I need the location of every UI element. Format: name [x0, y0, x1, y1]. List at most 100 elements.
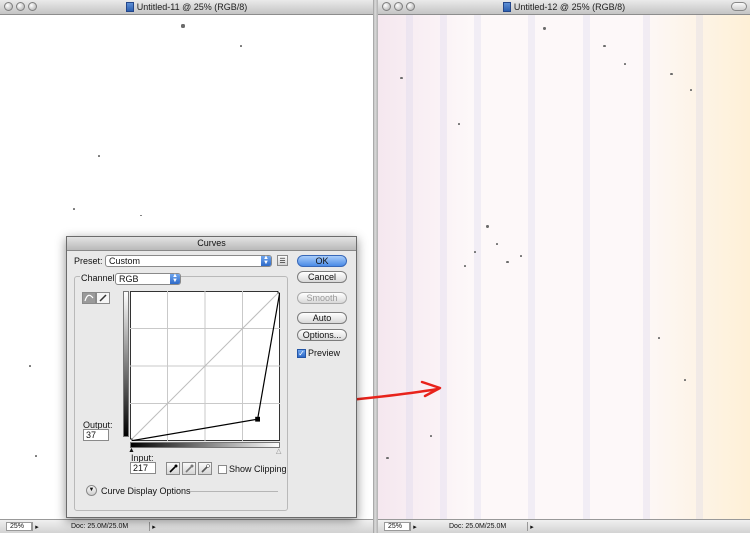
- channel-label: Channel:: [80, 273, 119, 283]
- dust-speck: [543, 27, 546, 30]
- options-divider: [190, 491, 278, 492]
- input-gradient-bar: [130, 442, 280, 448]
- white-eyedropper-button[interactable]: [198, 462, 212, 475]
- document-size-info: Doc: 25.0M/25.0M: [71, 523, 129, 530]
- document-window-untitled-12: Untitled-12 @ 25% (RGB/8) 25% ▸ Doc: 25.…: [378, 0, 750, 533]
- status-menu-arrow-icon[interactable]: ▸: [527, 522, 536, 531]
- dialog-title[interactable]: Curves: [67, 237, 356, 251]
- scan-streak: [406, 15, 413, 520]
- close-window-button[interactable]: [4, 2, 13, 11]
- dust-speck: [29, 365, 31, 367]
- dust-speck: [496, 243, 498, 245]
- gray-eyedropper-button[interactable]: [182, 462, 196, 475]
- dust-speck: [400, 77, 403, 79]
- scan-streak: [528, 15, 535, 520]
- dust-speck: [690, 89, 692, 91]
- window-controls: [382, 2, 415, 11]
- close-window-button[interactable]: [382, 2, 391, 11]
- preview-checkbox[interactable]: ✓: [297, 349, 306, 358]
- document-icon: [125, 2, 134, 12]
- dust-speck: [658, 337, 660, 339]
- scan-streak: [583, 15, 590, 520]
- white-eyedropper-icon: [200, 464, 210, 473]
- dust-speck: [684, 379, 686, 381]
- zoom-window-button[interactable]: [406, 2, 415, 11]
- document-icon: [502, 2, 511, 12]
- auto-button[interactable]: Auto: [297, 312, 347, 324]
- scan-streak: [474, 15, 481, 520]
- ok-button[interactable]: OK: [297, 255, 347, 267]
- gray-eyedropper-icon: [184, 464, 193, 473]
- disclosure-triangle-icon[interactable]: ▼: [86, 485, 97, 496]
- dust-speck: [670, 73, 673, 75]
- dust-speck: [506, 261, 509, 263]
- dust-speck: [73, 208, 75, 210]
- window-controls: [4, 2, 37, 11]
- minimize-window-button[interactable]: [394, 2, 403, 11]
- scan-streak: [696, 15, 703, 520]
- preview-label: Preview: [308, 348, 341, 358]
- curves-dialog: Curves Preset: Custom ▲ ▼ ☰ Channel: RGB …: [66, 236, 357, 518]
- cancel-button[interactable]: Cancel: [297, 271, 347, 283]
- select-stepper-icon: ▲ ▼: [170, 273, 180, 284]
- dust-speck: [98, 155, 100, 157]
- dust-speck: [624, 63, 626, 65]
- dust-speck: [181, 24, 185, 28]
- toolbar-toggle-button[interactable]: [731, 2, 747, 11]
- status-menu-arrow-icon[interactable]: ▸: [149, 522, 158, 531]
- input-field[interactable]: 217: [130, 462, 156, 474]
- options-button[interactable]: Options...: [297, 329, 347, 341]
- scan-streak: [643, 15, 650, 520]
- zoom-level-field[interactable]: 25%: [6, 522, 32, 531]
- preset-options-icon[interactable]: ☰: [277, 255, 288, 266]
- dust-speck: [520, 255, 522, 257]
- white-point-slider-icon[interactable]: △: [276, 447, 281, 455]
- dust-speck: [464, 265, 466, 267]
- dust-speck: [240, 45, 242, 47]
- dust-speck: [35, 455, 37, 457]
- output-field[interactable]: 37: [83, 429, 109, 441]
- dust-speck: [603, 45, 606, 47]
- dust-speck: [458, 123, 460, 125]
- dust-speck: [140, 215, 142, 216]
- zoom-menu-arrow-icon[interactable]: ▸: [410, 522, 419, 531]
- curve-point-tool-button[interactable]: [82, 292, 96, 304]
- preset-select[interactable]: Custom ▲ ▼: [105, 255, 272, 267]
- curve-control-point[interactable]: [255, 416, 260, 422]
- curve-tool-icon: [84, 294, 94, 302]
- window-title: Untitled-11 @ 25% (RGB/8): [136, 2, 248, 12]
- show-clipping-label: Show Clipping: [229, 464, 287, 474]
- window-title: Untitled-12 @ 25% (RGB/8): [513, 2, 626, 12]
- curve-control-point[interactable]: [277, 291, 280, 294]
- preset-value: Custom: [109, 256, 141, 266]
- pencil-icon: [99, 294, 107, 302]
- dust-speck: [386, 457, 389, 459]
- smooth-button[interactable]: Smooth: [297, 292, 347, 304]
- zoom-menu-arrow-icon[interactable]: ▸: [32, 522, 41, 531]
- black-eyedropper-icon: [168, 464, 177, 473]
- show-clipping-checkbox[interactable]: [218, 465, 227, 474]
- window-statusbar: 25% ▸ Doc: 25.0M/25.0M ▸: [378, 519, 750, 533]
- black-eyedropper-button[interactable]: [166, 462, 180, 475]
- channel-value: RGB: [119, 274, 139, 284]
- zoom-window-button[interactable]: [28, 2, 37, 11]
- pencil-tool-button[interactable]: [96, 292, 110, 304]
- dust-speck: [430, 435, 432, 437]
- curve-graph[interactable]: [130, 291, 280, 441]
- curve-control-point[interactable]: [130, 438, 133, 441]
- dust-speck: [474, 251, 476, 253]
- window-titlebar[interactable]: Untitled-12 @ 25% (RGB/8): [378, 0, 750, 15]
- scan-streak: [440, 15, 447, 520]
- minimize-window-button[interactable]: [16, 2, 25, 11]
- preset-label: Preset:: [74, 256, 103, 266]
- channel-select[interactable]: RGB ▲ ▼: [115, 273, 181, 285]
- window-titlebar[interactable]: Untitled-11 @ 25% (RGB/8): [0, 0, 373, 15]
- zoom-level-field[interactable]: 25%: [384, 522, 410, 531]
- dust-speck: [486, 225, 489, 228]
- select-stepper-icon: ▲ ▼: [261, 255, 271, 266]
- image-canvas[interactable]: [378, 15, 750, 520]
- output-gradient-bar: [123, 291, 129, 437]
- document-size-info: Doc: 25.0M/25.0M: [449, 523, 507, 530]
- curve-display-options-label[interactable]: Curve Display Options: [101, 486, 191, 496]
- window-statusbar: 25% ▸ Doc: 25.0M/25.0M ▸: [0, 519, 373, 533]
